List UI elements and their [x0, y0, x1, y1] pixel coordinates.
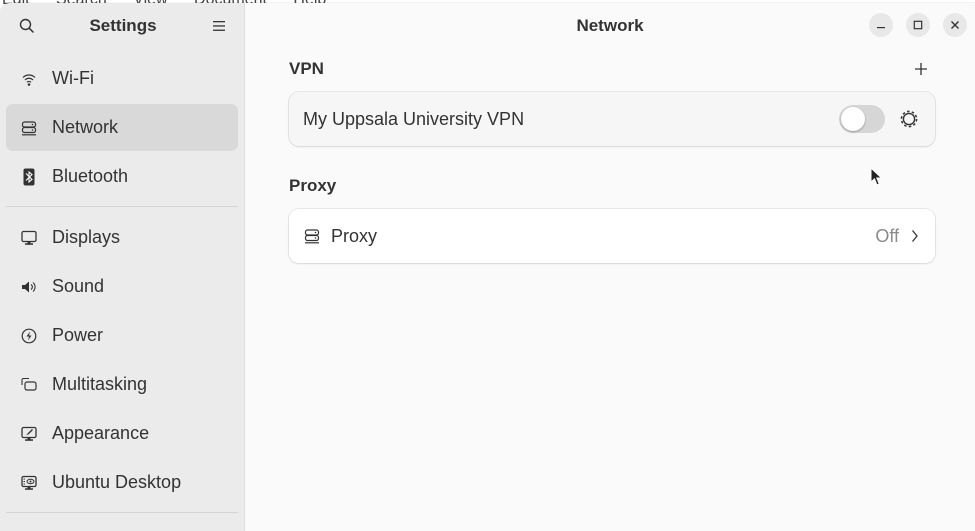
vpn-section: VPN My Uppsala University VPN — [289, 57, 935, 146]
sidebar-item-label: Wi-Fi — [52, 68, 94, 88]
sidebar-item-label: Appearance — [52, 423, 150, 443]
ubuntu-desktop-icon — [20, 474, 38, 492]
sidebar-item-wifi[interactable]: Wi-Fi — [6, 55, 238, 102]
proxy-label: Proxy — [331, 225, 378, 246]
main-header: Network — [245, 3, 975, 49]
sidebar-item-ubuntu-desktop[interactable]: Ubuntu Desktop — [6, 459, 238, 506]
sidebar-item-label: Network — [52, 117, 119, 137]
gear-icon — [900, 110, 918, 128]
toggle-knob — [841, 107, 865, 131]
sidebar-item-power[interactable]: Power — [6, 312, 238, 359]
main-panel: Network VPN My Uppsala University VPN Pr… — [245, 3, 975, 531]
sidebar-item-label: Ubuntu Desktop — [52, 472, 182, 492]
sidebar-item-multitasking[interactable]: Multitasking — [6, 361, 238, 408]
appearance-icon — [20, 425, 38, 443]
hamburger-menu-icon — [213, 21, 225, 31]
vpn-toggle-switch[interactable] — [839, 105, 885, 133]
sidebar-item-label: Displays — [52, 227, 121, 247]
plus-icon — [915, 63, 927, 75]
proxy-section-header: Proxy — [289, 174, 935, 198]
vpn-section-title: VPN — [289, 59, 324, 78]
power-icon — [20, 327, 38, 345]
sidebar-item-bluetooth[interactable]: Bluetooth — [6, 153, 238, 200]
proxy-status-value: Off — [875, 225, 899, 246]
sidebar-title: Settings — [89, 16, 157, 35]
sidebar-header: Settings — [0, 3, 244, 49]
sidebar-item-sound[interactable]: Sound — [6, 263, 238, 310]
close-button[interactable] — [943, 13, 967, 37]
sidebar-item-label: Multitasking — [52, 374, 148, 394]
proxy-section: Proxy Proxy Off — [289, 174, 935, 263]
maximize-icon — [913, 20, 923, 30]
minimize-button[interactable] — [869, 13, 893, 37]
bluetooth-icon — [20, 168, 38, 186]
network-content: VPN My Uppsala University VPN Proxy Prox… — [289, 57, 935, 263]
minimize-icon — [877, 27, 885, 29]
proxy-section-title: Proxy — [289, 176, 337, 195]
add-vpn-button[interactable] — [909, 57, 933, 81]
close-icon — [951, 21, 959, 29]
search-button[interactable] — [14, 13, 40, 39]
display-icon — [20, 229, 38, 247]
settings-window: Settings Wi-Fi Network Bluetooth Display… — [0, 3, 975, 531]
proxy-row[interactable]: Proxy Off — [289, 209, 935, 263]
vpn-connection-name: My Uppsala University VPN — [303, 108, 525, 129]
sidebar-item-displays[interactable]: Displays — [6, 214, 238, 261]
main-menu-button[interactable] — [206, 13, 232, 39]
vpn-section-header: VPN — [289, 57, 935, 81]
network-icon — [303, 227, 321, 245]
speaker-icon — [20, 278, 38, 296]
network-icon — [20, 119, 38, 137]
page-title: Network — [576, 16, 644, 35]
vpn-connection-row: My Uppsala University VPN — [289, 92, 935, 146]
sidebar-nav: Wi-Fi Network Bluetooth Displays Sound P… — [0, 49, 244, 513]
multitasking-icon — [20, 376, 38, 394]
vpn-settings-button[interactable] — [897, 107, 921, 131]
maximize-button[interactable] — [906, 13, 930, 37]
sidebar-item-label: Power — [52, 325, 104, 345]
window-controls — [869, 13, 967, 37]
sidebar-item-network[interactable]: Network — [6, 104, 238, 151]
search-icon — [19, 18, 34, 33]
sidebar-item-label: Sound — [52, 276, 105, 296]
chevron-right-icon — [909, 227, 921, 245]
sidebar-separator — [6, 512, 238, 513]
wifi-icon — [20, 70, 38, 88]
sidebar: Settings Wi-Fi Network Bluetooth Display… — [0, 3, 245, 531]
sidebar-item-appearance[interactable]: Appearance — [6, 410, 238, 457]
sidebar-separator — [6, 206, 238, 207]
sidebar-item-label: Bluetooth — [52, 166, 129, 186]
